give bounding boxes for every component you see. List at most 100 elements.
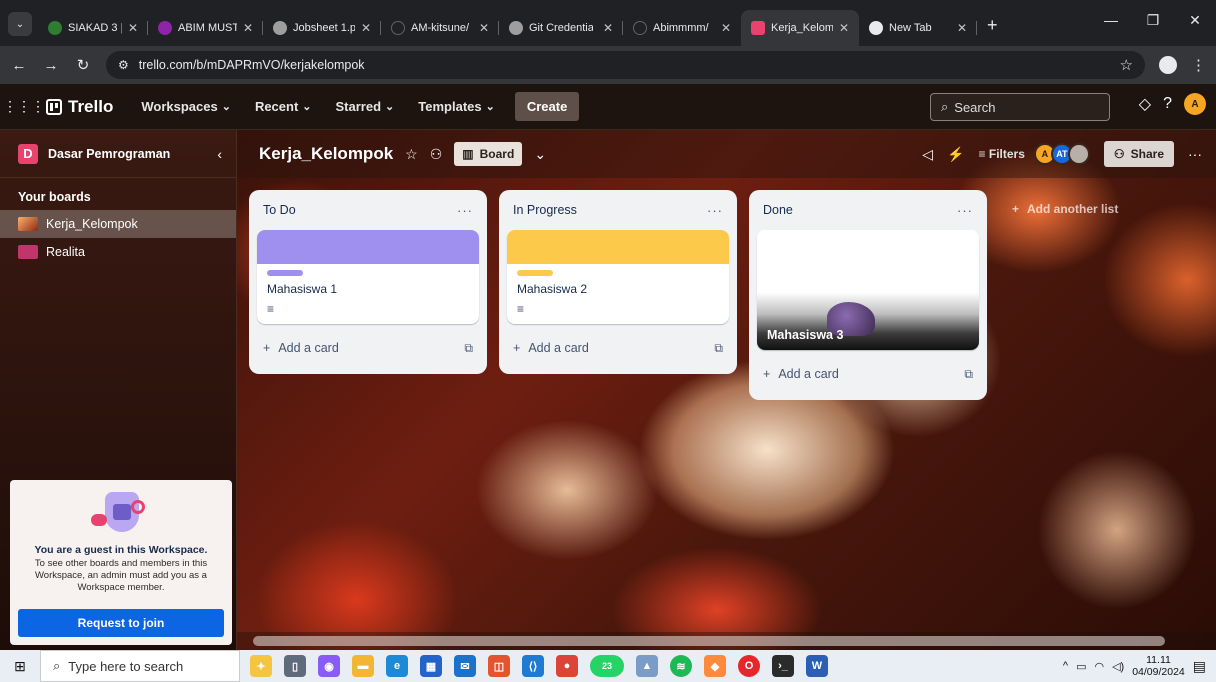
store-icon[interactable]: ▦ [420,655,442,677]
member-avatar-photo[interactable] [1067,143,1090,165]
visibility-icon[interactable]: ⚇ [430,146,443,163]
avatar[interactable]: A [1184,93,1206,115]
card-template-icon[interactable]: ⧉ [464,341,473,356]
browser-tab[interactable]: AM-kitsune/ ✕ [381,10,499,46]
list-menu-icon[interactable]: ··· [957,203,973,218]
browser-tab[interactable]: ABIM MUSTA ✕ [148,10,263,46]
url-bar[interactable]: ⚙ trello.com/b/mDAPRmVO/kerjakelompok ☆ [106,51,1145,79]
app-icon[interactable]: ◆ [704,655,726,677]
board-title[interactable]: Kerja_Kelompok [259,144,393,164]
close-icon[interactable]: ✕ [128,21,138,35]
task-view-icon[interactable]: ▯ [284,655,306,677]
browser-menu-icon[interactable]: ⋮ [1191,56,1206,74]
browser-tab[interactable]: SIAKAD 3 | S ✕ [38,10,148,46]
help-icon[interactable]: ? [1163,95,1172,113]
card-label[interactable] [517,270,553,276]
collapse-sidebar-icon[interactable]: ‹ [217,146,222,162]
bookmark-star-icon[interactable]: ☆ [1120,56,1133,74]
sidebar-item-kerja-kelompok[interactable]: Kerja_Kelompok [0,210,236,238]
close-icon[interactable]: ✕ [603,21,613,35]
close-icon[interactable]: ✕ [479,21,489,35]
create-button[interactable]: Create [514,92,580,121]
close-icon[interactable]: ✕ [721,21,731,35]
power-ups-icon[interactable]: ◁ [922,146,933,163]
volume-icon[interactable]: ◁) [1112,660,1124,673]
app-icon[interactable]: ◉ [318,655,340,677]
taskbar-search-input[interactable]: ⌕ Type here to search [40,650,240,682]
add-card-button[interactable]: + Add a card ⧉ [507,330,729,366]
close-window-icon[interactable]: ✕ [1174,0,1216,40]
browser-tab[interactable]: Abimmmm/ ✕ [623,10,741,46]
card-label[interactable] [267,270,303,276]
spotify-icon[interactable]: ≋ [670,655,692,677]
mail-icon[interactable]: ✉ [454,655,476,677]
workspace-name[interactable]: Dasar Pemrograman [48,147,170,161]
close-icon[interactable]: ✕ [839,21,849,35]
back-icon[interactable]: ← [10,57,28,74]
office-icon[interactable]: ◫ [488,655,510,677]
board-view-button[interactable]: ▥ Board [454,142,523,166]
filters-button[interactable]: ≡ Filters [979,147,1025,161]
new-tab-button[interactable]: + [977,15,1008,46]
close-icon[interactable]: ✕ [957,21,967,35]
vscode-icon[interactable]: ⟨⟩ [522,655,544,677]
browser-tab[interactable]: Git Credentia ✕ [499,10,623,46]
notifications-icon[interactable]: ◇ [1139,94,1151,114]
forward-icon[interactable]: → [42,57,60,74]
browser-tab[interactable]: New Tab ✕ [859,10,977,46]
add-card-button[interactable]: + Add a card ⧉ [757,356,979,392]
starred-menu[interactable]: Starred ⌄ [326,93,405,120]
file-explorer-icon[interactable]: ▬ [352,655,374,677]
list-header[interactable]: To Do ··· [257,190,479,230]
close-icon[interactable]: ✕ [243,21,253,35]
templates-menu[interactable]: Templates ⌄ [408,93,505,120]
recent-menu[interactable]: Recent ⌄ [245,93,322,120]
chevron-down-icon[interactable]: ⌄ [534,146,546,163]
board-horizontal-scrollbar[interactable] [237,632,1216,650]
sidebar-item-realita[interactable]: Realita [0,238,236,266]
automation-icon[interactable]: ⚡ [947,146,964,163]
card[interactable]: Mahasiswa 3 [757,230,979,350]
scrollbar-thumb[interactable] [253,636,1165,646]
opera-icon[interactable]: O [738,655,760,677]
add-list-button[interactable]: + Add another list [1000,195,1200,223]
card-template-icon[interactable]: ⧉ [714,341,723,356]
word-icon[interactable]: W [806,655,828,677]
minimize-icon[interactable]: — [1090,0,1132,40]
site-info-icon[interactable]: ⚙ [118,58,129,72]
app-switcher-icon[interactable]: ⋮⋮⋮ [3,93,45,121]
browser-tab-active[interactable]: Kerja_Kelom ✕ [741,10,859,46]
battery-icon[interactable]: ▭ [1076,660,1086,673]
chevron-up-icon[interactable]: ^ [1063,660,1068,672]
share-button[interactable]: ⚇ Share [1103,141,1174,167]
request-to-join-button[interactable]: Request to join [18,609,224,637]
board-menu-icon[interactable]: ··· [1188,146,1202,162]
close-icon[interactable]: ✕ [361,21,371,35]
clock[interactable]: 11.11 04/09/2024 [1132,654,1185,678]
copilot-icon[interactable]: ✦ [250,655,272,677]
edge-icon[interactable]: e [386,655,408,677]
browser-tab[interactable]: Jobsheet 1.p ✕ [263,10,381,46]
add-card-button[interactable]: + Add a card ⧉ [257,330,479,366]
list-menu-icon[interactable]: ··· [707,203,723,218]
list-header[interactable]: In Progress ··· [507,190,729,230]
tab-search-button[interactable]: ⌄ [8,12,32,36]
card[interactable]: Mahasiswa 1 ≡ [257,230,479,324]
search-input[interactable]: ⌕ Search [930,93,1110,121]
whatsapp-icon[interactable]: 23 [590,655,624,677]
reload-icon[interactable]: ↻ [74,56,92,74]
chrome-icon[interactable]: ● [556,655,578,677]
terminal-icon[interactable]: ›_ [772,655,794,677]
wifi-icon[interactable]: ◠ [1094,660,1104,673]
windows-start-icon[interactable]: ⊞ [0,658,40,675]
workspaces-menu[interactable]: Workspaces ⌄ [131,93,241,120]
list-header[interactable]: Done ··· [757,190,979,230]
trello-logo[interactable]: Trello [46,97,113,117]
star-icon[interactable]: ☆ [405,146,418,163]
photos-icon[interactable]: ▲ [636,655,658,677]
restore-icon[interactable]: ❐ [1132,0,1174,40]
card[interactable]: Mahasiswa 2 ≡ [507,230,729,324]
card-template-icon[interactable]: ⧉ [964,367,973,382]
extension-icon[interactable] [1159,56,1177,74]
list-menu-icon[interactable]: ··· [457,203,473,218]
